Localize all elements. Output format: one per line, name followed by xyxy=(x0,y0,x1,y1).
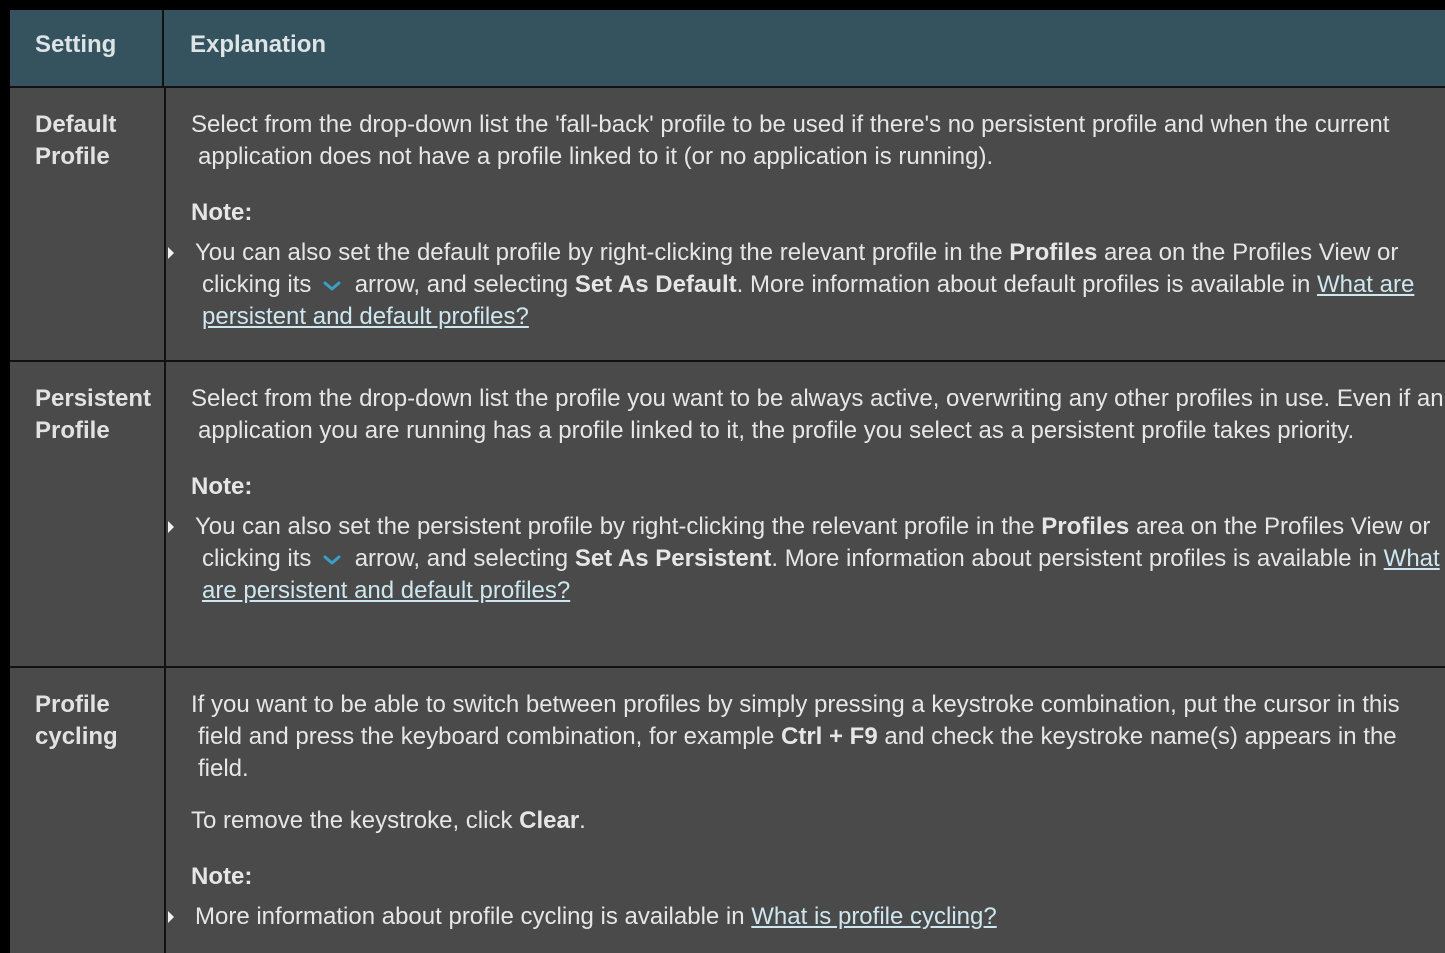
note-label: Note: xyxy=(191,473,253,500)
bold-term: Ctrl + F9 xyxy=(781,723,878,750)
setting-name: Default Profile xyxy=(10,88,166,360)
table-row-default-profile: Default Profile Select from the drop-dow… xyxy=(10,88,1445,362)
settings-table: Setting Explanation Default Profile Sele… xyxy=(10,10,1445,953)
chevron-down-icon xyxy=(323,555,341,565)
setting-name: Profile cycling xyxy=(10,668,166,953)
note-label: Note: xyxy=(191,199,253,226)
header-setting: Setting xyxy=(10,10,164,86)
setting-explanation: Select from the drop-down list the 'fall… xyxy=(166,88,1445,360)
setting-description: Select from the drop-down list the profi… xyxy=(191,385,1444,444)
bold-term: Set As Default xyxy=(574,271,737,298)
bullet-arrow-icon xyxy=(168,247,174,259)
note-label: Note: xyxy=(191,863,253,890)
note-bullet: More information about profile cycling i… xyxy=(168,901,1445,933)
clear-instruction: To remove the keystroke, click Clear. xyxy=(191,807,586,834)
setting-explanation: Select from the drop-down list the profi… xyxy=(166,362,1445,666)
bold-term: Set As Persistent xyxy=(574,545,772,572)
bold-term: Clear xyxy=(519,807,580,834)
setting-description: Select from the drop-down list the 'fall… xyxy=(191,111,1390,170)
profile-cycling-link[interactable]: What is profile cycling? xyxy=(751,903,996,930)
bold-term: Profiles xyxy=(1041,513,1130,540)
setting-description: If you want to be able to switch between… xyxy=(191,691,1400,782)
bold-term: Profiles xyxy=(1009,239,1098,266)
setting-name: Persistent Profile xyxy=(10,362,166,666)
table-row-persistent-profile: Persistent Profile Select from the drop-… xyxy=(10,362,1445,668)
bullet-arrow-icon xyxy=(168,521,174,533)
note-bullet: You can also set the default profile by … xyxy=(168,237,1445,333)
header-explanation: Explanation xyxy=(190,31,327,58)
table-header: Setting Explanation xyxy=(10,10,1445,88)
table-row-profile-cycling: Profile cycling If you want to be able t… xyxy=(10,668,1445,953)
bullet-arrow-icon xyxy=(168,911,174,923)
chevron-down-icon xyxy=(323,281,341,291)
note-bullet: You can also set the persistent profile … xyxy=(168,511,1445,607)
setting-explanation: If you want to be able to switch between… xyxy=(166,668,1445,953)
